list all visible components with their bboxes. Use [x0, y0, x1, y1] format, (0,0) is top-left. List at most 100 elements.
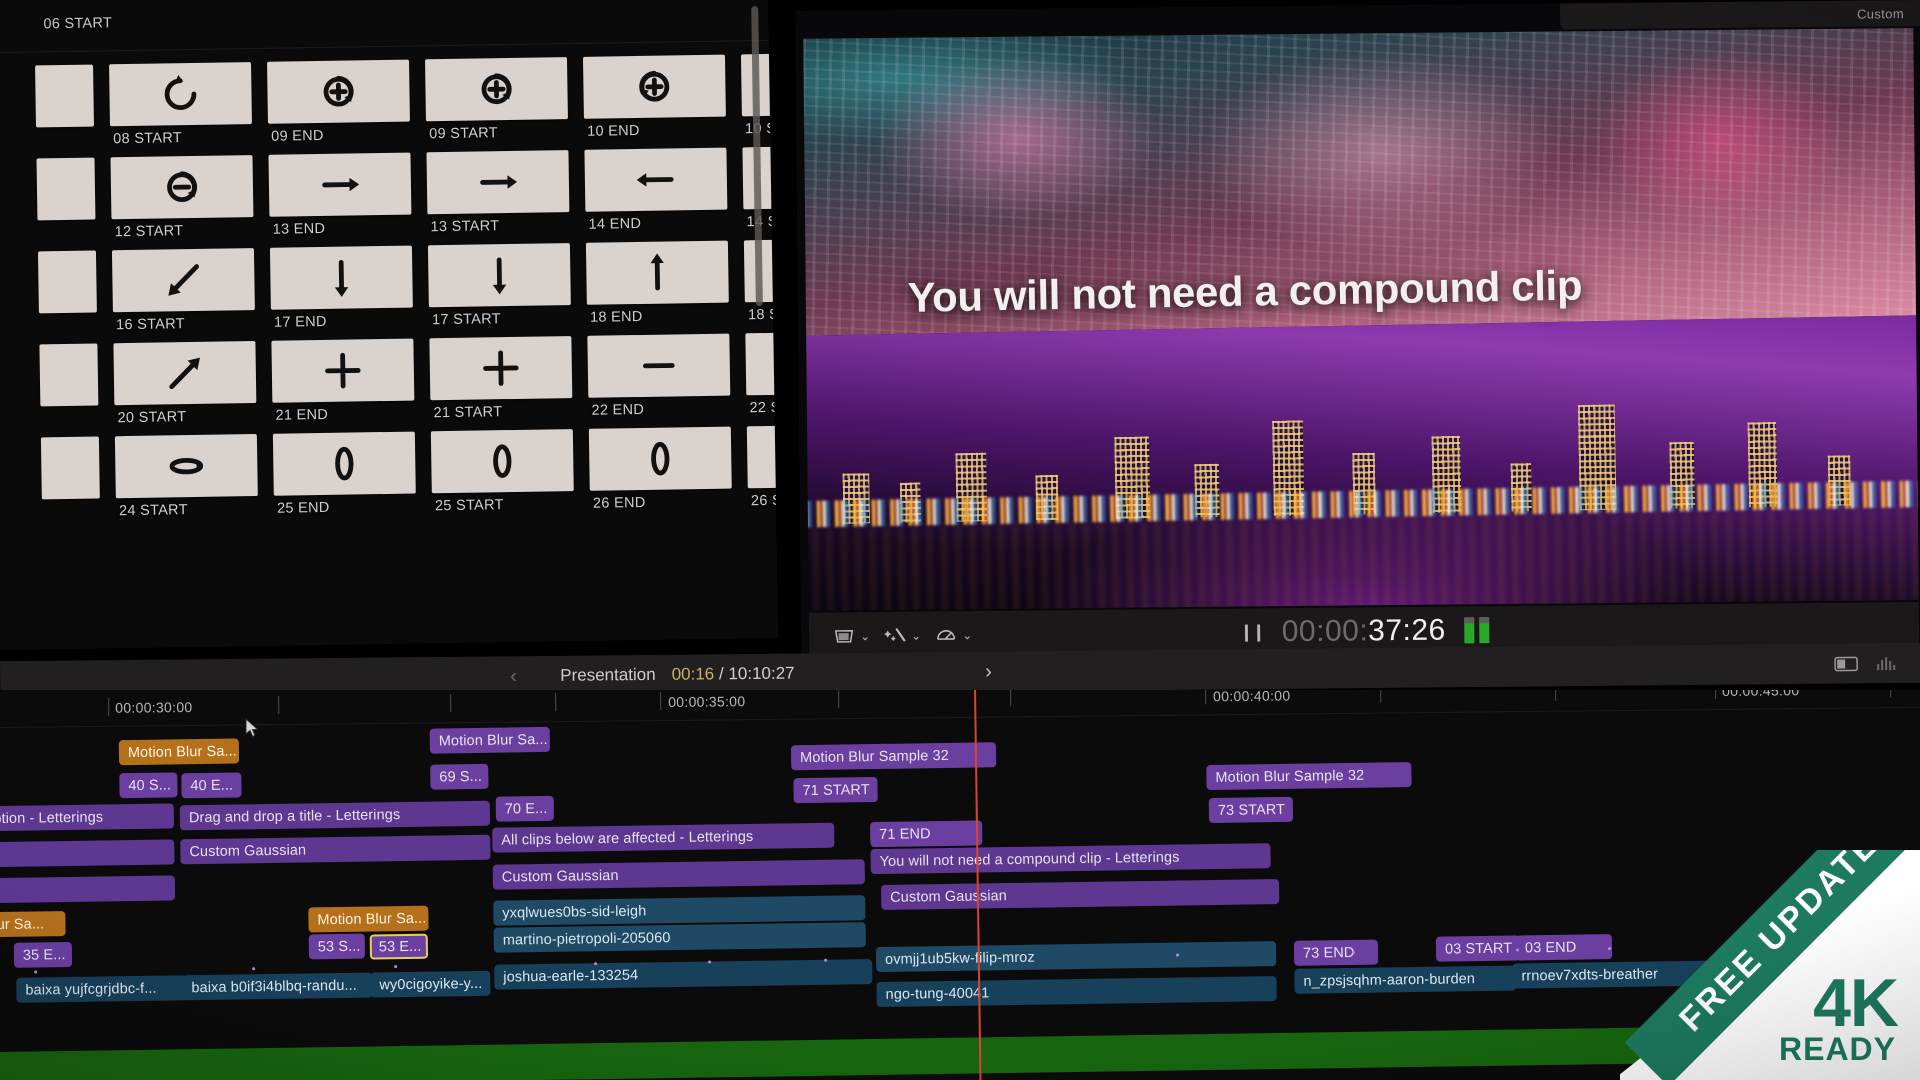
timeline-clip[interactable]: r Blur Sa... — [0, 911, 66, 938]
effect-cell-13-end[interactable]: 13 END — [268, 152, 412, 238]
effect-cell-13-start[interactable]: 13 START — [426, 150, 570, 235]
rotate-ccw-icon[interactable] — [109, 62, 252, 127]
timecode-group[interactable]: ❙❙ 00:00:37:26 — [1239, 613, 1489, 649]
effect-cell-26-end[interactable]: 26 END — [588, 426, 732, 512]
timeline-clip[interactable]: Motion Blur Sa... — [308, 905, 429, 933]
ellipse-vertical-icon[interactable] — [272, 431, 416, 496]
ellipse-horizontal-icon[interactable] — [114, 434, 258, 499]
effect-cell-16-start[interactable]: 16 START — [111, 248, 255, 333]
minus-icon[interactable] — [587, 333, 731, 398]
timeline-clip[interactable]: n — [0, 839, 175, 868]
next-project-button[interactable]: › — [985, 660, 992, 683]
audio-meters-icon[interactable] — [1874, 654, 1900, 671]
effect-cell-25-start[interactable]: 25 START — [430, 429, 574, 514]
timeline-clip[interactable]: Custom Gaussian — [180, 834, 491, 865]
effect-cell-12-start[interactable]: 12 START — [110, 155, 254, 240]
timeline-clip[interactable]: All clips below are affected - Lettering… — [492, 822, 835, 853]
timeline-clip[interactable]: Custom Gaussian — [880, 879, 1280, 910]
index-panel-icon[interactable] — [1834, 655, 1860, 672]
timeline-clip-selected[interactable]: 53 E... — [369, 933, 429, 960]
viewer-preset-bar[interactable]: Custom — [1560, 0, 1920, 30]
effect-cell-21-start[interactable]: 21 START — [429, 336, 573, 421]
effect-cell-17-start[interactable]: 17 START — [427, 243, 571, 328]
timeline-clip[interactable]: 69 S... — [430, 763, 489, 790]
video-preview[interactable]: You will not need a compound clip — [803, 28, 1919, 611]
effect-cell-17-end[interactable]: 17 END — [269, 245, 413, 331]
timeline-panel[interactable]: 00:00:30:00 00:00:35:00 00:00:40:00 00:00:4… — [0, 690, 1920, 1080]
timeline-clip[interactable]: 40 E... — [181, 772, 242, 799]
timeline-clip[interactable]: Motion Blur Sample 32 — [790, 742, 997, 771]
arrow-up-icon[interactable] — [585, 240, 729, 305]
timeline-clip[interactable]: n_zpsjsqhm-aaron-burden — [1294, 965, 1517, 994]
timeline-clip[interactable]: n — [0, 875, 176, 904]
chevron-down-icon[interactable]: ⌄ — [911, 629, 921, 643]
timeline-clip[interactable]: Custom Gaussian — [492, 859, 865, 890]
effect-cell-20-start[interactable]: 20 START — [113, 341, 257, 426]
effect-cell-24-start[interactable]: 24 START — [114, 434, 258, 519]
effect-cell-partial[interactable] — [0, 436, 100, 522]
timeline-clip[interactable]: martino-pietropoli-205060 — [493, 922, 866, 953]
arrow-right-icon[interactable] — [268, 152, 412, 217]
effect-cell-09-start[interactable]: 09 START — [424, 57, 568, 142]
timeline-clip[interactable]: You will not need a compound clip - Lett… — [870, 843, 1271, 875]
timeline-clip[interactable]: 70 E... — [495, 795, 555, 822]
plus-icon[interactable] — [271, 338, 415, 403]
partial-thumb-icon[interactable] — [37, 250, 97, 314]
effect-cell-21-end[interactable]: 21 END — [271, 338, 415, 424]
gauge-retime-icon-button[interactable]: ⌄ — [935, 625, 972, 645]
effect-cell-partial[interactable] — [0, 157, 96, 243]
ellipse-vertical-icon[interactable] — [588, 426, 732, 491]
timeline-clip[interactable]: rrnoev7xdts-breather — [1512, 960, 1735, 989]
timeline-clip[interactable]: 53 S... — [308, 933, 366, 960]
timeline-clip[interactable]: Motion Blur Sa... — [118, 738, 240, 766]
display-frame-icon-button[interactable]: ⌄ — [833, 626, 870, 646]
partial-thumb-icon[interactable] — [39, 343, 99, 407]
timeline-clip[interactable]: 03 END — [1515, 934, 1613, 961]
prev-project-button[interactable]: ‹ — [510, 665, 517, 688]
plus-icon[interactable] — [429, 336, 573, 401]
effect-cell-22-end[interactable]: 22 END — [587, 333, 731, 419]
timeline-clip[interactable]: 73 END — [1293, 939, 1379, 966]
chevron-down-icon[interactable]: ⌄ — [860, 629, 870, 643]
timeline-clip[interactable]: d option - Letterings — [0, 803, 175, 832]
timeline-clip[interactable]: 71 START — [793, 776, 878, 804]
effect-cell-18-end[interactable]: 18 END — [585, 240, 729, 326]
partial-thumb-icon[interactable] — [36, 157, 96, 221]
effect-cell-partial[interactable] — [0, 343, 99, 429]
effect-cell-partial[interactable] — [0, 64, 94, 150]
effect-cell-09-end[interactable]: 09 END — [267, 59, 410, 145]
rotate-minus-icon[interactable] — [110, 155, 254, 220]
timeline-clips-area[interactable]: Motion Blur Sa... Motion Blur Sa... Motion… — [0, 690, 1920, 1080]
effect-cell-08-start[interactable]: 08 START — [109, 62, 252, 147]
effects-grid[interactable]: 08 START09 END09 START10 END10 START12 S… — [0, 52, 779, 531]
arrow-right-icon[interactable] — [426, 150, 570, 215]
timeline-clip[interactable]: 35 E... — [13, 941, 73, 968]
timeline-clip[interactable]: Motion Blur Sa... — [429, 726, 550, 754]
timeline-clip[interactable]: 40 S... — [119, 772, 178, 799]
chevron-down-icon[interactable]: ⌄ — [962, 628, 972, 642]
rotate-plus-icon[interactable] — [424, 57, 568, 122]
partial-thumb-icon[interactable] — [35, 64, 94, 128]
arrow-down-left-icon[interactable] — [111, 248, 255, 313]
pause-icon[interactable]: ❙❙ — [1239, 622, 1264, 642]
effect-cell-14-end[interactable]: 14 END — [584, 147, 728, 233]
timeline-clip[interactable]: joshua-earle-133254 — [494, 959, 873, 990]
viewer-timecode[interactable]: 00:00:37:26 — [1282, 614, 1446, 650]
partial-thumb-icon[interactable] — [40, 436, 100, 500]
timeline-clip[interactable]: ovmjj1ub5kw-filip-mroz — [875, 941, 1277, 973]
arrow-down-icon[interactable] — [269, 245, 413, 310]
timeline-clip[interactable]: ngo-tung-40041 — [876, 976, 1277, 1008]
timeline-clip[interactable]: wy0cigoyike-y... — [370, 970, 491, 998]
timeline-clip[interactable]: 03 START — [1435, 935, 1521, 962]
effect-cell-partial[interactable] — [0, 250, 97, 336]
rotate-plus-icon[interactable] — [267, 59, 410, 124]
timeline-clip[interactable]: baixa b0if3i4blbq-randu... — [182, 972, 373, 1001]
ellipse-vertical-icon[interactable] — [430, 429, 574, 494]
presentation-right-tools[interactable] — [1834, 654, 1900, 672]
effects-browser-panel[interactable]: 06 START 08 START09 END09 START10 END10 … — [0, 0, 779, 651]
arrow-down-icon[interactable] — [427, 243, 571, 308]
timeline-clip[interactable]: Motion Blur Sample 32 — [1206, 762, 1412, 791]
timeline-clip[interactable]: baixa yujfcgrjdbc-f... — [16, 975, 187, 1003]
arrow-up-right-icon[interactable] — [113, 341, 257, 406]
timeline-clip[interactable]: 71 END — [870, 820, 983, 848]
